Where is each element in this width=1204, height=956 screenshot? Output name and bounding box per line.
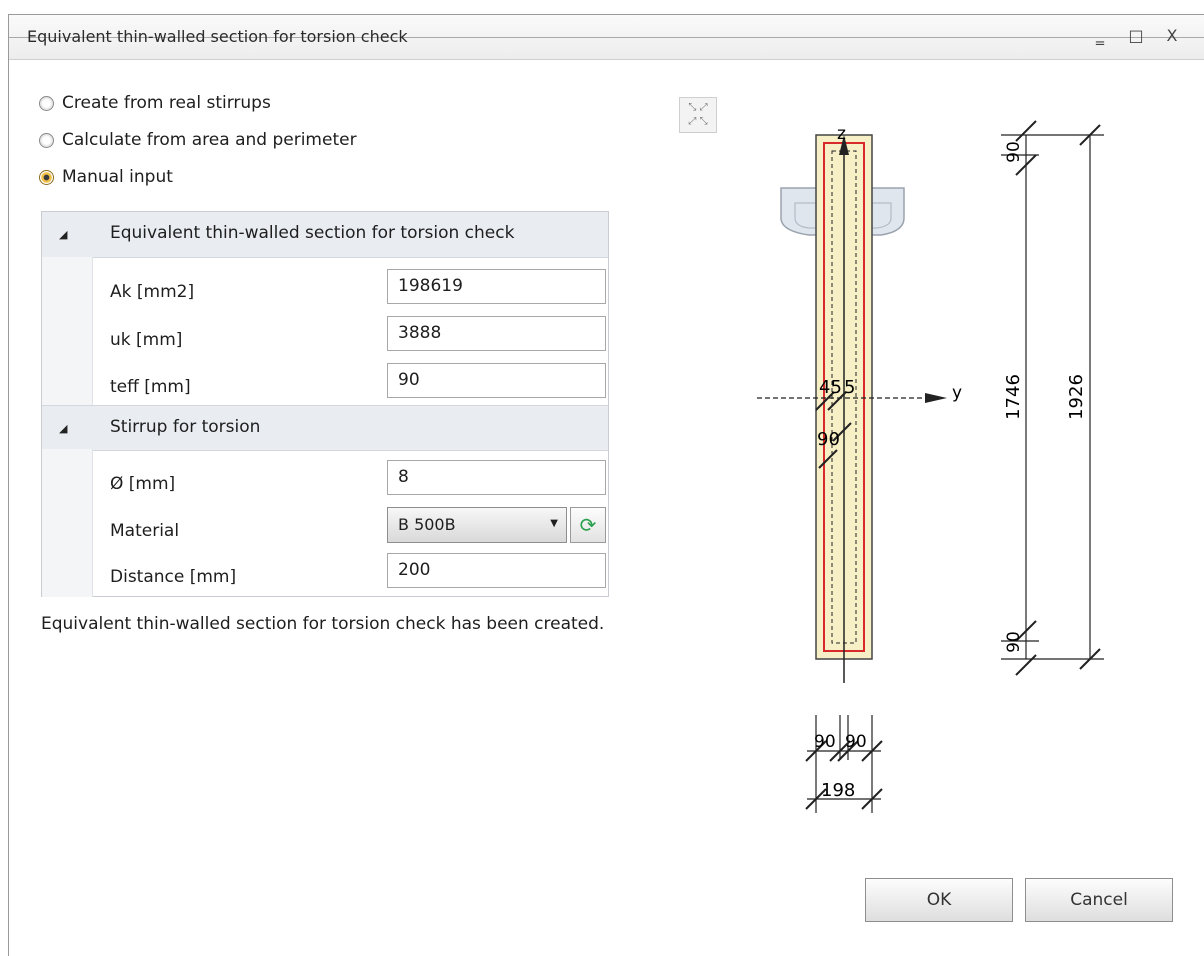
cancel-button[interactable]: Cancel xyxy=(1025,878,1173,922)
y-axis-label: y xyxy=(952,383,962,403)
ok-button[interactable]: OK xyxy=(865,878,1013,922)
dim-label-width-90b: 90 xyxy=(845,732,867,752)
dialog-window: Equivalent thin-walled section for torsi… xyxy=(8,14,1204,956)
dim-label-45b: 5 xyxy=(844,377,855,398)
dim-label-1746: 1746 xyxy=(1003,374,1024,420)
y-axis-arrow xyxy=(925,393,947,403)
dim-label-width-90a: 90 xyxy=(814,732,836,752)
z-axis-label: z xyxy=(837,124,846,144)
section-drawing: z y 45 5 90 90 90 1746 1926 90 90 198 xyxy=(757,120,1104,813)
dim-label-198: 198 xyxy=(821,780,855,801)
dim-label-45: 45 xyxy=(819,377,842,398)
dim-label-bottom-90: 90 xyxy=(1004,631,1024,653)
dim-label-inner-90: 90 xyxy=(817,429,840,450)
dim-label-top-90: 90 xyxy=(1004,141,1024,163)
dim-label-1926: 1926 xyxy=(1066,374,1087,420)
